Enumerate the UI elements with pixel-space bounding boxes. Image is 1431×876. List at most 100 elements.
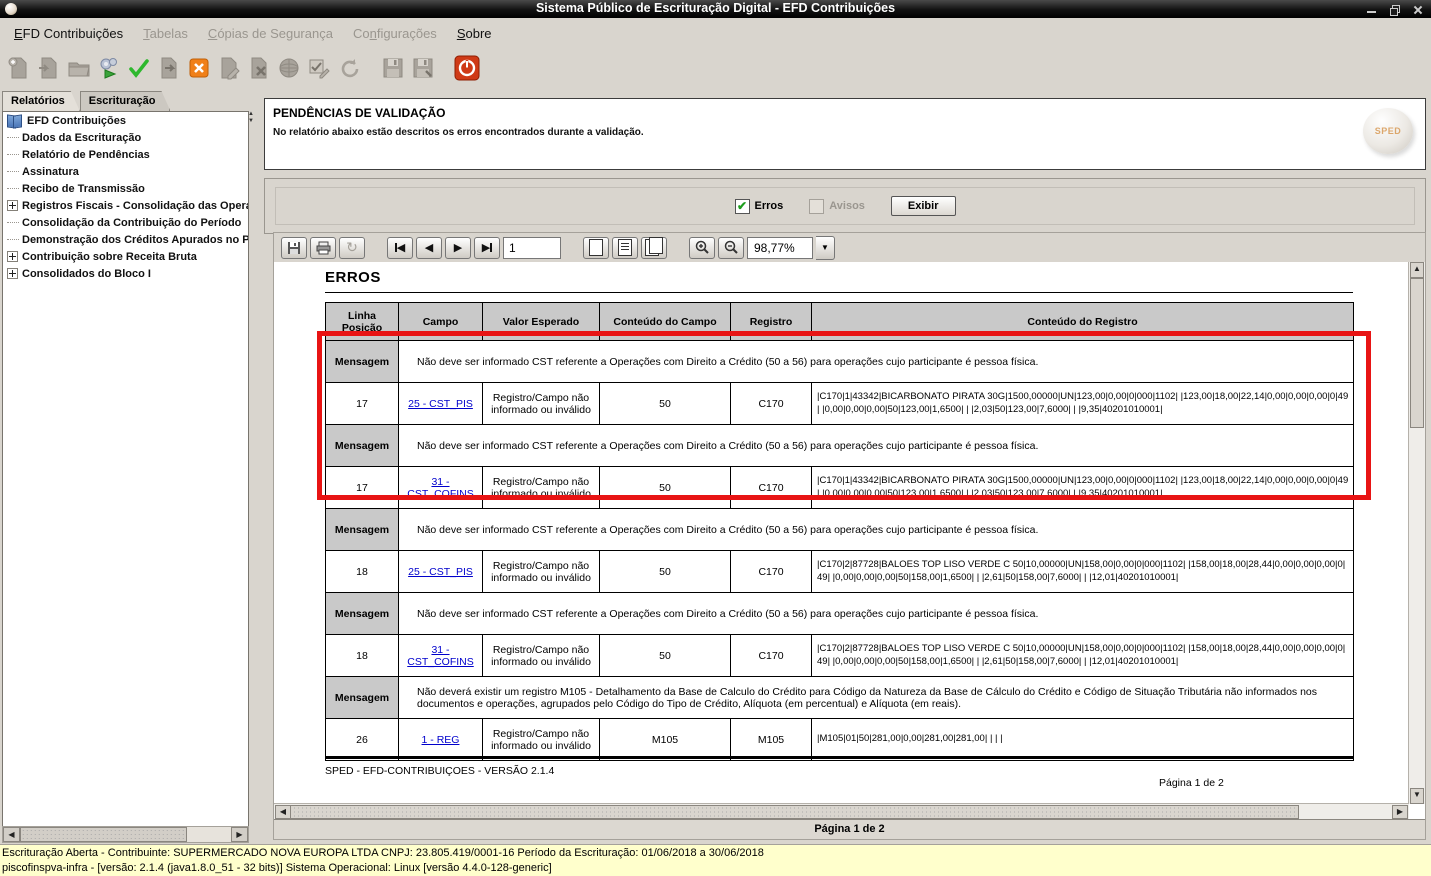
menu-item-sobre[interactable]: Sobre (447, 22, 502, 45)
tree-item-demonstra-o-dos-cr-ditos-apurados-no-per-odo[interactable]: Demonstração dos Créditos Apurados no Pe… (3, 231, 248, 248)
conteudo-registro-cell: |C170|2|87728|BALOES TOP LISO VERDE C 50… (812, 635, 1354, 677)
print-button[interactable] (310, 237, 336, 259)
import-document-icon[interactable] (34, 52, 64, 84)
scroll-up-icon[interactable]: ▲ (248, 111, 254, 117)
campo-link[interactable]: 25 - CST_PIS (408, 566, 473, 578)
menu-bar: EFD ContribuiçõesTabelasCópias de Segura… (0, 18, 1431, 49)
linha-cell: 18 (326, 635, 399, 677)
menu-item-c-pias-de-seguran-a[interactable]: Cópias de Segurança (198, 22, 343, 45)
restore-icon[interactable] (1389, 4, 1400, 15)
last-page-button[interactable]: ▶ (474, 237, 500, 259)
tree-scrollbar[interactable]: ▲ ▼ (248, 111, 254, 171)
message-label-cell: Mensagem (326, 509, 399, 551)
sync-icon[interactable] (334, 52, 364, 84)
delete-document-icon[interactable] (244, 52, 274, 84)
checkbox-unchecked-icon[interactable] (809, 199, 824, 214)
conteudo-campo-cell: 50 (600, 551, 731, 593)
menu-item-tabelas[interactable]: Tabelas (133, 22, 198, 45)
campo-link[interactable]: 1 - REG (422, 734, 460, 746)
validate-process-icon[interactable] (94, 52, 124, 84)
page-layout-view-button[interactable] (612, 237, 638, 259)
zoom-in-button[interactable] (689, 237, 715, 259)
message-label-cell: Mensagem (326, 593, 399, 635)
tree-item-registros-fiscais-consolida-o-das-opera-es[interactable]: Registros Fiscais - Consolidação das Ope… (3, 197, 248, 214)
tree-item-consolidados-do-bloco-i[interactable]: Consolidados do Bloco I (3, 265, 248, 282)
avisos-checkbox[interactable]: Avisos (809, 199, 865, 214)
edit-document-icon[interactable] (214, 52, 244, 84)
minimize-icon[interactable] (1366, 4, 1377, 15)
tree-item-recibo-de-transmiss-o[interactable]: Recibo de Transmissão (3, 180, 248, 197)
report-footer-page: Página 1 de 2 (1159, 777, 1224, 789)
hscroll-thumb[interactable] (20, 827, 187, 842)
tab-relatorios[interactable]: Relatórios (2, 91, 80, 111)
column-header: Linha Posição (326, 303, 399, 341)
tree-item-contribui-o-sobre-receita-bruta[interactable]: Contribuição sobre Receita Bruta (3, 248, 248, 265)
menu-item-efd-contribui-es[interactable]: EFD Contribuições (4, 22, 133, 45)
vscroll-thumb[interactable] (1410, 278, 1424, 428)
expand-plus-icon[interactable] (7, 200, 18, 211)
save-icon[interactable] (378, 52, 408, 84)
scroll-left-icon[interactable]: ◀ (3, 827, 20, 842)
export-document-icon[interactable] (154, 52, 184, 84)
close-icon[interactable] (1412, 4, 1423, 15)
expand-plus-icon[interactable] (7, 251, 18, 262)
valor-esperado-cell: Registro/Campo não informado ou inválido (483, 383, 600, 425)
previous-page-button[interactable]: ◀ (416, 237, 442, 259)
report-heading: ERROS (325, 269, 381, 286)
save-as-icon[interactable] (408, 52, 438, 84)
transmit-globe-icon[interactable] (274, 52, 304, 84)
tree-item-efd-contribui-es[interactable]: EFD Contribuições (3, 112, 248, 129)
chevron-down-icon: ▼ (821, 243, 829, 252)
registro-cell: C170 (731, 635, 812, 677)
message-row: MensagemNão deverá existir um registro M… (326, 677, 1354, 719)
zoom-level-field[interactable]: 98,77% (747, 237, 813, 259)
tree-item-dados-da-escritura-o[interactable]: Dados da Escrituração (3, 129, 248, 146)
double-page-view-button[interactable] (641, 237, 667, 259)
erros-checkbox[interactable]: ✔ Erros (735, 199, 784, 214)
error-detail-row: 261 - REGRegistro/Campo não informado ou… (326, 719, 1354, 761)
scroll-up-icon[interactable]: ▲ (1410, 262, 1424, 278)
page-text-icon (618, 239, 632, 256)
exit-power-icon[interactable] (452, 52, 482, 84)
conteudo-campo-cell: 50 (600, 383, 731, 425)
refresh-button[interactable]: ↻ (339, 237, 365, 259)
expand-plus-icon[interactable] (7, 268, 18, 279)
page-number-input[interactable]: 1 (503, 237, 561, 259)
window-controls (1366, 0, 1423, 18)
campo-link[interactable]: 25 - CST_PIS (408, 398, 473, 410)
tree-item-consolida-o-da-contribui-o-do-per-odo[interactable]: Consolidação da Contribuição do Período (3, 214, 248, 231)
tree-item-assinatura[interactable]: Assinatura (3, 163, 248, 180)
tree-item-label: EFD Contribuições (27, 115, 126, 127)
first-page-icon: ◀ (397, 241, 405, 254)
menu-item-configura-es[interactable]: Configurações (343, 22, 447, 45)
campo-link[interactable]: 31 - CST_COFINS (407, 476, 474, 500)
tree-connector (7, 239, 19, 240)
cancel-icon[interactable] (184, 52, 214, 84)
scroll-left-icon[interactable]: ◀ (275, 805, 291, 819)
exibir-button[interactable]: Exibir (891, 196, 956, 216)
scroll-right-icon[interactable]: ▶ (231, 827, 248, 842)
first-page-button[interactable]: ◀ (387, 237, 413, 259)
scroll-down-icon[interactable]: ▼ (248, 118, 254, 124)
save-report-button[interactable] (281, 237, 307, 259)
error-detail-row: 18 31 - CST_COFINS Registro/Campo não info… (326, 635, 1354, 677)
campo-cell: 25 - CST_PIS (399, 551, 483, 593)
check-validation-icon[interactable] (124, 52, 154, 84)
checkbox-checked-icon[interactable]: ✔ (735, 199, 750, 214)
open-folder-icon[interactable] (64, 52, 94, 84)
next-page-button[interactable]: ▶ (445, 237, 471, 259)
zoom-out-button[interactable] (718, 237, 744, 259)
valor-esperado-cell: Registro/Campo não informado ou inválido (483, 635, 600, 677)
scroll-right-icon[interactable]: ▶ (1392, 805, 1408, 819)
scroll-down-icon[interactable]: ▼ (1410, 788, 1424, 804)
sign-task-icon[interactable] (304, 52, 334, 84)
tree-item-relat-rio-de-pend-ncias[interactable]: Relatório de Pendências (3, 146, 248, 163)
single-page-view-button[interactable] (583, 237, 609, 259)
new-document-icon[interactable] (4, 52, 34, 84)
campo-link[interactable]: 31 - CST_COFINS (407, 644, 474, 668)
tab-escrituracao[interactable]: Escrituração (80, 91, 171, 111)
hscroll-thumb[interactable] (290, 805, 1299, 819)
linha-cell: 18 (326, 551, 399, 593)
zoom-dropdown-button[interactable]: ▼ (816, 236, 835, 260)
main-area: Relatórios Escrituração EFD Contribuiçõe… (0, 88, 1431, 845)
